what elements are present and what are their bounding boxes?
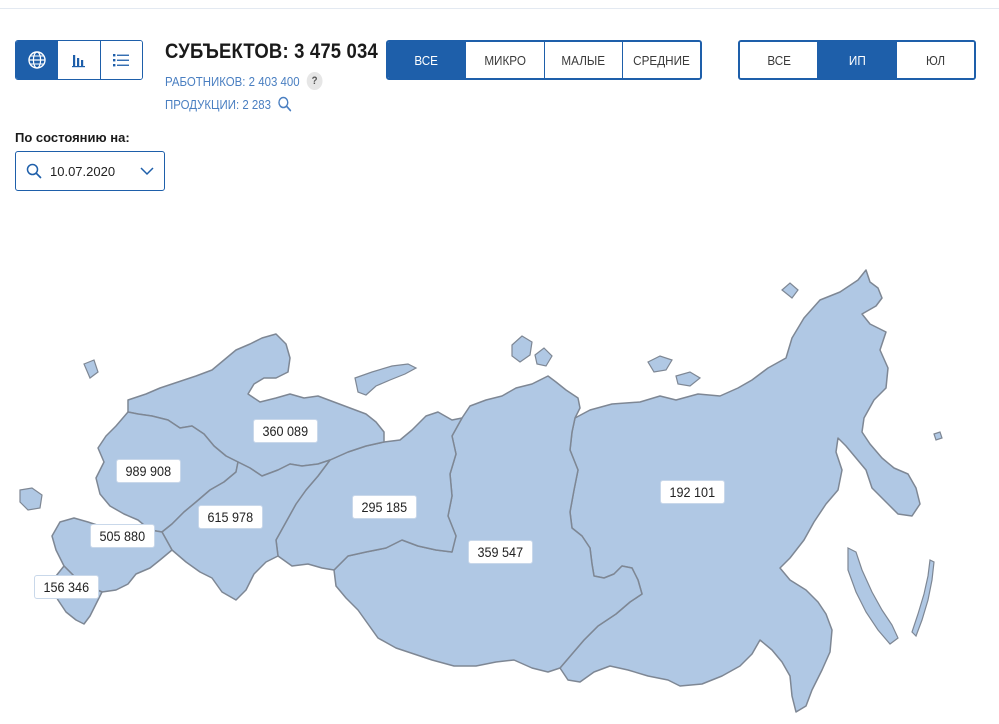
region-value-south[interactable]: 505 880 <box>90 524 155 548</box>
commander-island <box>933 431 943 441</box>
subjects-total: СУБЪЕКТОВ: 3 475 034 <box>165 40 378 64</box>
novosibirsk-island <box>647 355 673 373</box>
workers-value: 2 403 400 <box>248 73 300 89</box>
products-label: ПРОДУКЦИИ: <box>165 96 240 112</box>
arctic-island <box>534 347 553 367</box>
type-filter: ВСЕ ИП ЮЛ <box>738 40 976 80</box>
size-filter-small[interactable]: МАЛЫЕ <box>544 42 623 78</box>
search-icon[interactable] <box>278 96 292 112</box>
kolguev-island <box>83 359 99 379</box>
type-filter-all[interactable]: ВСЕ <box>740 42 819 78</box>
wrangel-island <box>781 282 799 299</box>
severnaya-zemlya-island <box>511 335 533 363</box>
sakhalin-island <box>847 547 899 645</box>
novosibirsk-island <box>675 371 702 387</box>
type-filter-ul[interactable]: ЮЛ <box>896 42 974 78</box>
type-filter-ip[interactable]: ИП <box>818 42 897 78</box>
help-icon[interactable]: ? <box>306 72 323 90</box>
region-value-northwest[interactable]: 360 089 <box>253 419 318 443</box>
bar-chart-icon <box>71 55 85 68</box>
region-value-central[interactable]: 989 908 <box>116 459 181 483</box>
novaya-zemlya-island <box>354 363 418 396</box>
date-value: 10.07.2020 <box>50 163 116 179</box>
size-filter: ВСЕ МИКРО МАЛЫЕ СРЕДНИЕ <box>386 40 702 80</box>
totals-panel: СУБЪЕКТОВ: 3 475 034 РАБОТНИКОВ: 2 403 4… <box>165 40 407 112</box>
kaliningrad-exclave <box>19 487 43 511</box>
region-value-far-east[interactable]: 192 101 <box>660 480 725 504</box>
region-far-east[interactable] <box>559 269 921 713</box>
top-divider <box>0 8 999 9</box>
date-select[interactable]: 10.07.2020 <box>15 151 165 191</box>
federal-districts-map <box>19 269 943 713</box>
date-label: По состоянию на: <box>15 130 130 145</box>
list-view-button[interactable] <box>100 41 142 79</box>
chevron-down-icon <box>140 167 154 176</box>
size-filter-micro[interactable]: МИКРО <box>466 42 545 78</box>
region-value-ural[interactable]: 295 185 <box>352 495 417 519</box>
search-icon <box>26 163 42 179</box>
list-icon <box>113 54 130 67</box>
products-total[interactable]: ПРОДУКЦИИ: 2 283 <box>165 96 378 112</box>
region-value-volga[interactable]: 615 978 <box>198 505 263 529</box>
globe-icon <box>27 51 46 69</box>
chart-view-button[interactable] <box>58 41 101 79</box>
products-value: 2 283 <box>242 96 271 112</box>
size-filter-all[interactable]: ВСЕ <box>388 42 467 78</box>
region-value-siberia[interactable]: 359 547 <box>468 540 533 564</box>
workers-label: РАБОТНИКОВ: <box>165 73 246 89</box>
subjects-value: 3 475 034 <box>294 40 378 63</box>
kuril-islands <box>911 559 935 638</box>
subjects-label: СУБЪЕКТОВ: <box>165 40 289 63</box>
products-text: ПРОДУКЦИИ: 2 283 <box>165 97 271 112</box>
region-value-north-caucasus[interactable]: 156 346 <box>34 575 99 599</box>
size-filter-medium[interactable]: СРЕДНИЕ <box>622 42 700 78</box>
workers-total: РАБОТНИКОВ: 2 403 400 ? <box>165 72 378 90</box>
view-switcher <box>15 40 143 80</box>
workers-text: РАБОТНИКОВ: 2 403 400 <box>165 74 300 89</box>
map-view-button[interactable] <box>16 41 59 79</box>
